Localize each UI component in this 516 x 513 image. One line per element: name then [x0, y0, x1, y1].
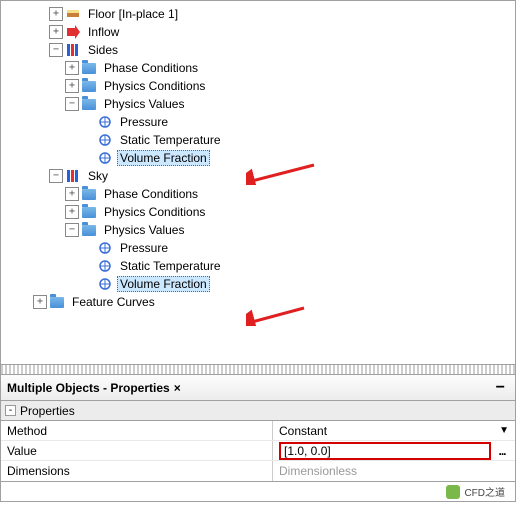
expand-icon[interactable]: + [33, 295, 47, 309]
chevron-down-icon[interactable]: ▼ [499, 425, 509, 436]
value-icon [97, 240, 113, 256]
tree-label: Pressure [117, 240, 171, 256]
tree-label: Phase Conditions [101, 186, 201, 202]
property-row-method: Method Constant ▼ [1, 421, 515, 441]
value-icon [97, 132, 113, 148]
tree-label: Sides [85, 42, 121, 58]
property-label: Method [1, 421, 273, 440]
folder-icon [81, 222, 97, 238]
collapse-icon[interactable]: - [5, 405, 16, 416]
tree-item-static-temp[interactable]: Static Temperature [1, 131, 515, 149]
tree-label: Physics Values [101, 222, 187, 238]
property-label: Value [1, 441, 273, 460]
tree-item-physics-cond[interactable]: + Physics Conditions [1, 203, 515, 221]
splitter-grip[interactable] [0, 365, 516, 375]
folder-icon [81, 60, 97, 76]
floor-icon [65, 6, 81, 22]
tree-item-floor[interactable]: + Floor [In-place 1] [1, 5, 515, 23]
tree-label: Phase Conditions [101, 60, 201, 76]
tree-label: Physics Conditions [101, 78, 208, 94]
tree-label: Static Temperature [117, 258, 224, 274]
collapse-icon[interactable]: − [49, 43, 63, 57]
tree-item-physics-val[interactable]: − Physics Values [1, 95, 515, 113]
tree-label: Physics Conditions [101, 204, 208, 220]
wechat-icon [446, 485, 460, 499]
tree-label: Inflow [85, 24, 122, 40]
tree-item-volume-fraction[interactable]: Volume Fraction [1, 149, 515, 167]
tree-item-physics-val[interactable]: − Physics Values [1, 221, 515, 239]
tree-item-sky[interactable]: − Sky [1, 167, 515, 185]
tree-label: Volume Fraction [117, 276, 210, 292]
collapse-icon[interactable]: − [65, 223, 79, 237]
ellipsis-button[interactable]: ... [495, 444, 509, 458]
tree-label: Volume Fraction [117, 150, 210, 166]
tree-item-static-temp[interactable]: Static Temperature [1, 257, 515, 275]
properties-grid: Method Constant ▼ Value [1.0, 0.0] ... D… [0, 421, 516, 482]
expand-icon[interactable]: + [65, 187, 79, 201]
tree-item-pressure[interactable]: Pressure [1, 239, 515, 257]
tree-item-physics-cond[interactable]: + Physics Conditions [1, 77, 515, 95]
expand-icon[interactable]: + [65, 61, 79, 75]
expand-icon[interactable]: + [65, 79, 79, 93]
tree-item-sides[interactable]: − Sides [1, 41, 515, 59]
expand-icon[interactable]: + [49, 7, 63, 21]
watermark: CFD之道 [0, 482, 516, 502]
section-title: Properties [20, 404, 75, 418]
property-label: Dimensions [1, 461, 273, 481]
tree-label: Sky [85, 168, 111, 184]
tree-label: Pressure [117, 114, 171, 130]
collapse-icon[interactable]: − [49, 169, 63, 183]
tree-item-feature-curves[interactable]: + Feature Curves [1, 293, 515, 311]
tree-panel: + Floor [In-place 1] + Inflow − Sides + … [0, 0, 516, 365]
tree-label: Static Temperature [117, 132, 224, 148]
folder-icon [81, 78, 97, 94]
tree-label: Floor [In-place 1] [85, 6, 181, 22]
property-row-dimensions: Dimensions Dimensionless [1, 461, 515, 481]
folder-icon [81, 186, 97, 202]
properties-section-header[interactable]: - Properties [0, 401, 516, 421]
inflow-icon [65, 24, 81, 40]
value-input[interactable]: [1.0, 0.0] [279, 442, 491, 460]
value-icon [97, 150, 113, 166]
tree-item-volume-fraction[interactable]: Volume Fraction [1, 275, 515, 293]
expand-icon[interactable]: + [65, 205, 79, 219]
folder-icon [81, 96, 97, 112]
property-value: Dimensionless [273, 461, 515, 481]
tree-item-inflow[interactable]: + Inflow [1, 23, 515, 41]
panel-title: Multiple Objects - Properties [7, 381, 170, 395]
tree-label: Feature Curves [69, 294, 158, 310]
folder-icon [81, 204, 97, 220]
property-value: [1.0, 0.0] [284, 444, 331, 458]
method-dropdown[interactable]: Constant ▼ [273, 421, 515, 440]
folder-icon [49, 294, 65, 310]
expand-icon[interactable]: + [49, 25, 63, 39]
tree-item-phase-cond[interactable]: + Phase Conditions [1, 59, 515, 77]
value-icon [97, 258, 113, 274]
watermark-text: CFD之道 [464, 484, 505, 499]
property-row-value: Value [1.0, 0.0] ... [1, 441, 515, 461]
minimize-icon[interactable]: − [492, 379, 509, 397]
value-icon [97, 276, 113, 292]
properties-panel-header: Multiple Objects - Properties × − [0, 375, 516, 401]
collapse-icon[interactable]: − [65, 97, 79, 111]
close-icon[interactable]: × [174, 381, 181, 395]
property-value: Constant [279, 424, 327, 438]
value-icon [97, 114, 113, 130]
tree-item-pressure[interactable]: Pressure [1, 113, 515, 131]
boundary-icon [65, 42, 81, 58]
boundary-icon [65, 168, 81, 184]
tree-label: Physics Values [101, 96, 187, 112]
tree-item-phase-cond[interactable]: + Phase Conditions [1, 185, 515, 203]
